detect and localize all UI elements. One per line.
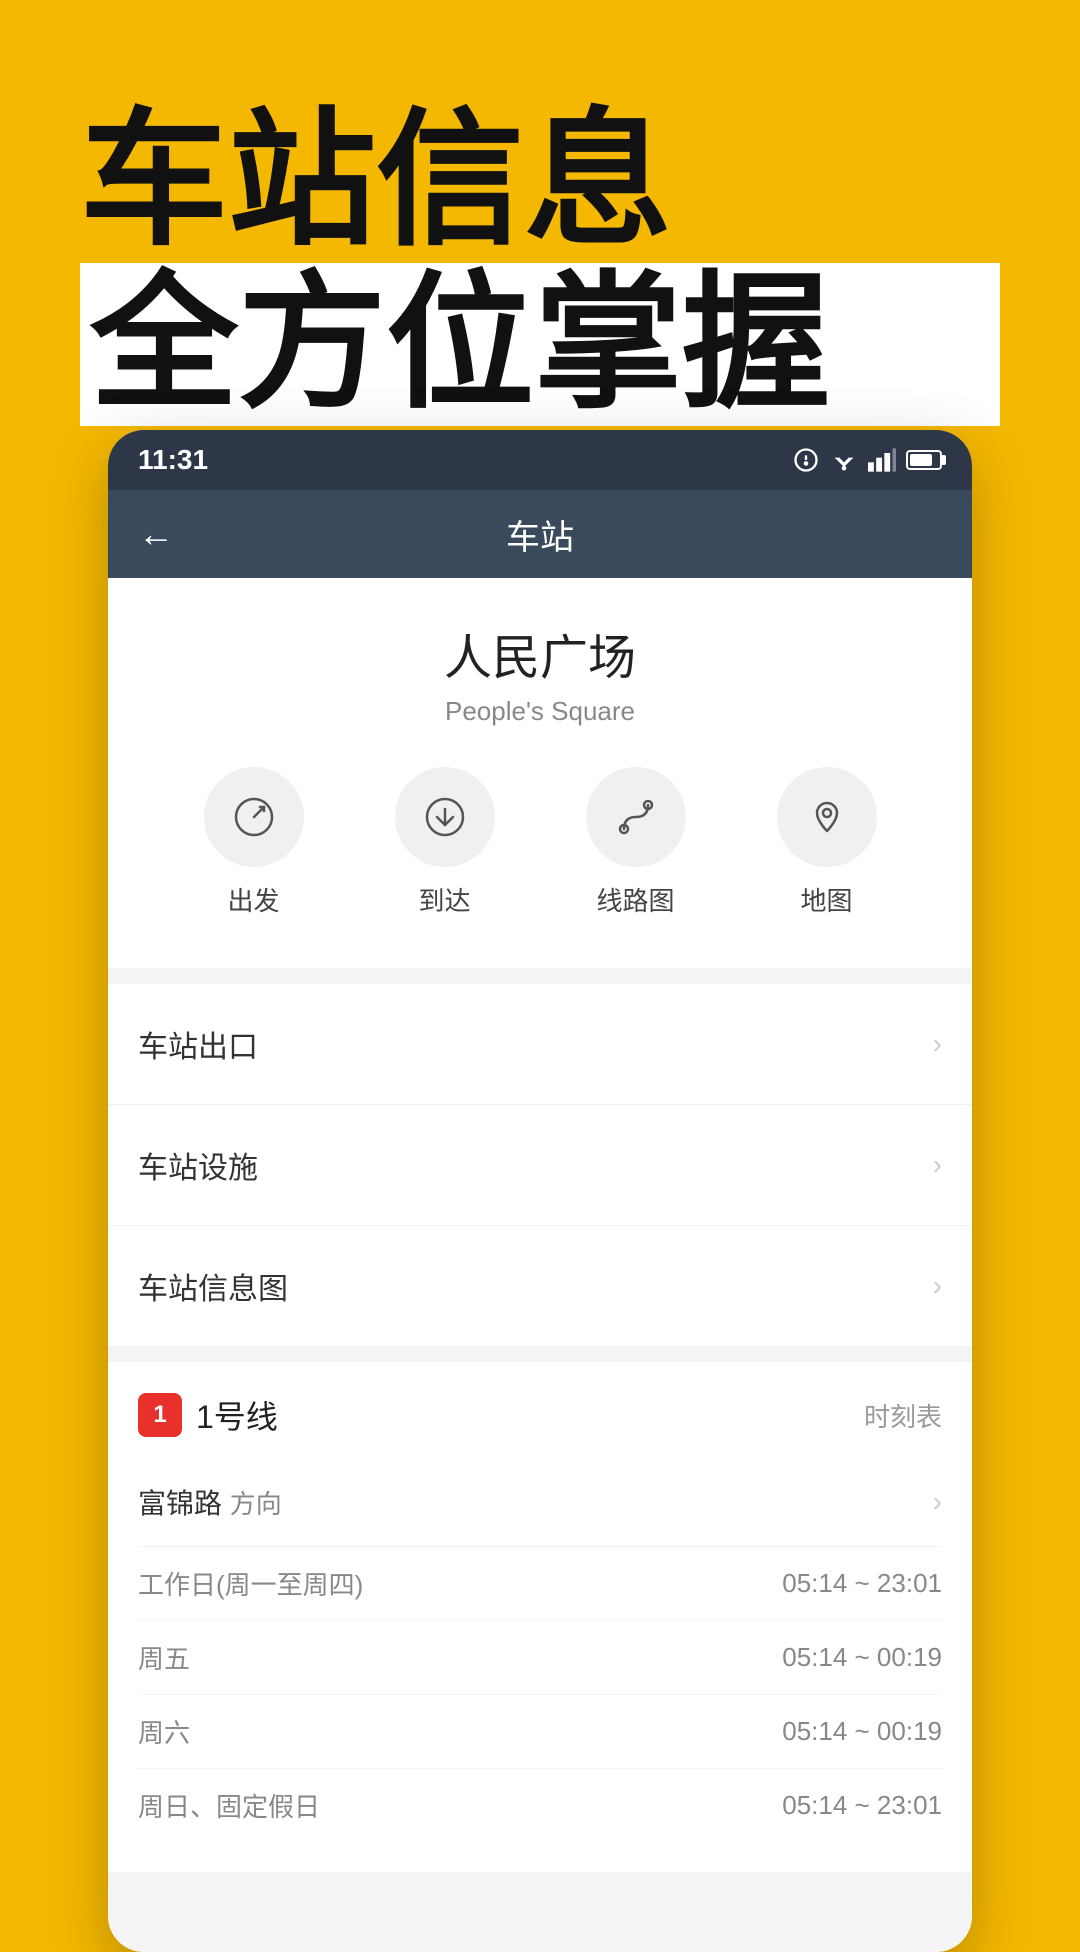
wifi-icon (830, 448, 858, 472)
signal-icon (868, 448, 896, 472)
schedule-day-1: 周五 (138, 1639, 190, 1676)
schedule-row-1: 周五 05:14 ~ 00:19 (138, 1621, 942, 1695)
app-header: ← 车站 (108, 490, 972, 578)
map-icon (803, 793, 851, 841)
schedule-row-3: 周日、固定假日 05:14 ~ 23:01 (138, 1769, 942, 1842)
route-label: 线路图 (596, 881, 674, 918)
schedule-time-0: 05:14 ~ 23:01 (782, 1568, 942, 1599)
line-section: 1 1号线 时刻表 富锦路 方向 › 工作日(周一至周四) 05:14 ~ 23… (108, 1362, 972, 1872)
hero-section: 车站信息 全方位掌握 (0, 0, 1080, 486)
depart-label: 出发 (227, 881, 279, 918)
menu-item-exit-label: 车站出口 (138, 1022, 258, 1066)
line-header: 1 1号线 时刻表 (138, 1392, 942, 1438)
status-icons (792, 446, 942, 474)
line-header-left: 1 1号线 (138, 1392, 278, 1438)
depart-button[interactable]: 出发 (204, 767, 304, 918)
menu-item-facilities[interactable]: 车站设施 › (108, 1105, 972, 1226)
menu-item-exit[interactable]: 车站出口 › (108, 984, 972, 1105)
battery-icon (906, 450, 942, 470)
map-label: 地图 (800, 881, 852, 918)
menu-item-facilities-label: 车站设施 (138, 1143, 258, 1187)
menu-item-info-map-label: 车站信息图 (138, 1264, 288, 1308)
menu-list: 车站出口 › 车站设施 › 车站信息图 › (108, 984, 972, 1346)
station-card: 人民广场 People's Square 出发 (108, 578, 972, 968)
arrive-icon (421, 793, 469, 841)
arrive-button[interactable]: 到达 (395, 767, 495, 918)
depart-icon-circle (204, 767, 304, 867)
schedule-day-2: 周六 (138, 1713, 190, 1750)
station-name-en: People's Square (138, 696, 942, 727)
chevron-right-icon: › (933, 1149, 942, 1181)
hero-title-line2: 全方位掌握 (80, 263, 1000, 426)
menu-item-info-map[interactable]: 车站信息图 › (108, 1226, 972, 1346)
arrive-label: 到达 (418, 881, 470, 918)
schedule-time-2: 05:14 ~ 00:19 (782, 1716, 942, 1747)
direction-chevron-icon: › (933, 1486, 942, 1518)
schedule-day-0: 工作日(周一至周四) (138, 1565, 363, 1602)
action-buttons: 出发 到达 (138, 767, 942, 938)
schedule-row-0: 工作日(周一至周四) 05:14 ~ 23:01 (138, 1547, 942, 1621)
schedule-time-1: 05:14 ~ 00:19 (782, 1642, 942, 1673)
schedule-time-3: 05:14 ~ 23:01 (782, 1790, 942, 1821)
phone-mockup: 11:31 (108, 430, 972, 1952)
line-name: 1号线 (196, 1392, 278, 1438)
station-name-zh: 人民广场 (138, 618, 942, 688)
map-button[interactable]: 地图 (777, 767, 877, 918)
route-icon-circle (586, 767, 686, 867)
depart-icon (230, 793, 278, 841)
status-time: 11:31 (138, 444, 208, 476)
status-bar: 11:31 (108, 430, 972, 490)
line-badge: 1 (138, 1393, 182, 1437)
bottom-area (108, 1872, 972, 1952)
header-title: 车站 (506, 510, 574, 559)
map-icon-circle (777, 767, 877, 867)
schedule-row-2: 周六 05:14 ~ 00:19 (138, 1695, 942, 1769)
arrive-icon-circle (395, 767, 495, 867)
route-button[interactable]: 线路图 (586, 767, 686, 918)
hero-title-line1: 车站信息 (80, 100, 1000, 263)
direction-row[interactable]: 富锦路 方向 › (138, 1458, 942, 1547)
direction-label: 富锦路 方向 (138, 1482, 282, 1522)
main-content: 人民广场 People's Square 出发 (108, 578, 972, 1952)
route-icon (612, 793, 660, 841)
chevron-right-icon: › (933, 1028, 942, 1060)
back-button[interactable]: ← (138, 513, 174, 555)
schedule-day-3: 周日、固定假日 (138, 1787, 320, 1824)
notification-icon (792, 446, 820, 474)
chevron-right-icon: › (933, 1270, 942, 1302)
timetable-link[interactable]: 时刻表 (864, 1397, 942, 1434)
